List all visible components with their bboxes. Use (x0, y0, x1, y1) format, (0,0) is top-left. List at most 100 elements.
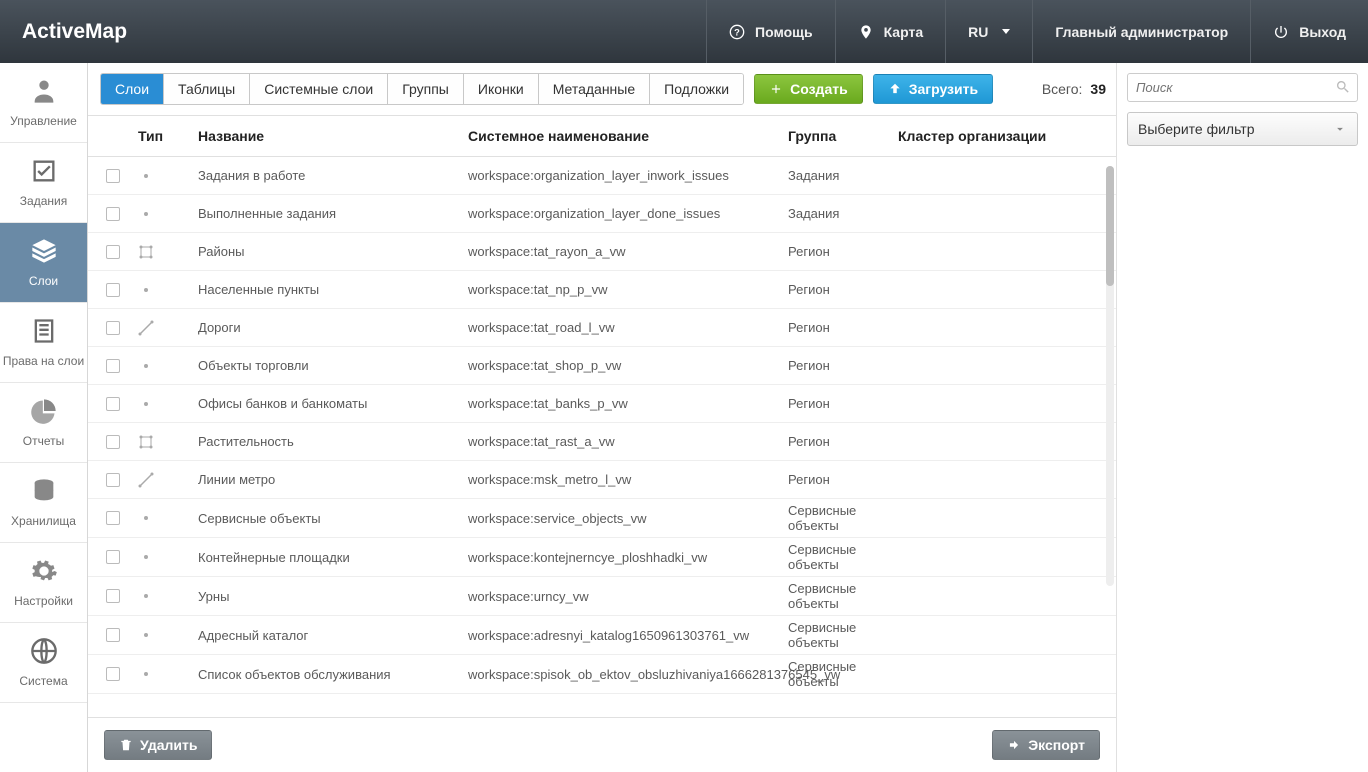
row-system: workspace:organization_layer_inwork_issu… (468, 168, 788, 183)
row-group: Регион (788, 244, 898, 259)
upload-button[interactable]: Загрузить (873, 74, 993, 104)
sidebar-item-layers[interactable]: Слои (0, 223, 87, 303)
sidebar-item-globe[interactable]: Система (0, 623, 87, 703)
row-checkbox[interactable] (106, 245, 120, 259)
table-row[interactable]: Адресный каталогworkspace:adresnyi_katal… (88, 616, 1116, 655)
row-checkbox[interactable] (106, 473, 120, 487)
search-icon[interactable] (1335, 79, 1351, 95)
tab-6[interactable]: Подложки (650, 74, 743, 104)
row-checkbox[interactable] (106, 667, 120, 681)
row-checkbox[interactable] (106, 550, 120, 564)
sidebar-item-gear[interactable]: Настройки (0, 543, 87, 623)
geom-type-icon (138, 588, 198, 604)
table-row[interactable]: Задания в работеworkspace:organization_l… (88, 157, 1116, 195)
geom-type-icon (138, 627, 198, 643)
map-link[interactable]: Карта (835, 0, 946, 63)
row-name: Адресный каталог (198, 628, 468, 643)
geom-type-icon (138, 434, 198, 450)
row-checkbox[interactable] (106, 628, 120, 642)
row-name: Дороги (198, 320, 468, 335)
sidebar-item-pie[interactable]: Отчеты (0, 383, 87, 463)
table-row[interactable]: Растительностьworkspace:tat_rast_a_vwРег… (88, 423, 1116, 461)
table-row[interactable]: Урныworkspace:urncy_vwСервисные объекты (88, 577, 1116, 616)
help-label: Помощь (755, 24, 813, 40)
tab-0[interactable]: Слои (101, 74, 164, 104)
table-row[interactable]: Линии метроworkspace:msk_metro_l_vwРегио… (88, 461, 1116, 499)
logout-label: Выход (1299, 24, 1346, 40)
geom-type-icon (138, 510, 198, 526)
logout-button[interactable]: Выход (1250, 0, 1368, 63)
svg-text:?: ? (734, 27, 740, 37)
tab-1[interactable]: Таблицы (164, 74, 250, 104)
search-input[interactable] (1127, 73, 1358, 102)
sidebar-item-check[interactable]: Задания (0, 143, 87, 223)
col-group[interactable]: Группа (788, 128, 898, 144)
row-group: Задания (788, 206, 898, 221)
sidebar-item-db[interactable]: Хранилища (0, 463, 87, 543)
table-row[interactable]: Сервисные объектыworkspace:service_objec… (88, 499, 1116, 538)
table-row[interactable]: Офисы банков и банкоматыworkspace:tat_ba… (88, 385, 1116, 423)
language-selector[interactable]: RU (945, 0, 1032, 63)
table-row[interactable]: Выполненные заданияworkspace:organizatio… (88, 195, 1116, 233)
row-group: Сервисные объекты (788, 620, 898, 650)
row-checkbox[interactable] (106, 511, 120, 525)
tab-3[interactable]: Группы (388, 74, 464, 104)
sidebar-item-user[interactable]: Управление (0, 63, 87, 143)
map-pin-icon (858, 24, 874, 40)
delete-button[interactable]: Удалить (104, 730, 212, 760)
layers-icon (30, 237, 58, 268)
row-name: Задания в работе (198, 168, 468, 183)
gear-icon (30, 557, 58, 588)
sidebar-item-doc[interactable]: Права на слои (0, 303, 87, 383)
row-name: Линии метро (198, 472, 468, 487)
row-checkbox[interactable] (106, 169, 120, 183)
total-value: 39 (1090, 81, 1106, 97)
row-checkbox[interactable] (106, 435, 120, 449)
export-button[interactable]: Экспорт (992, 730, 1100, 760)
table-row[interactable]: Районыworkspace:tat_rayon_a_vwРегион (88, 233, 1116, 271)
table-row[interactable]: Контейнерные площадкиworkspace:kontejner… (88, 538, 1116, 577)
row-name: Сервисные объекты (198, 511, 468, 526)
user-menu[interactable]: Главный администратор (1032, 0, 1250, 63)
col-cluster[interactable]: Кластер организации (898, 128, 1116, 144)
sidebar-item-label: Хранилища (11, 514, 76, 528)
filter-dropdown[interactable]: Выберите фильтр (1127, 112, 1358, 146)
row-system: workspace:tat_rayon_a_vw (468, 244, 788, 259)
table-row[interactable]: Дорогиworkspace:tat_road_l_vwРегион (88, 309, 1116, 347)
table-row[interactable]: Объекты торговлиworkspace:tat_shop_p_vwР… (88, 347, 1116, 385)
tab-2[interactable]: Системные слои (250, 74, 388, 104)
tab-4[interactable]: Иконки (464, 74, 539, 104)
tab-5[interactable]: Метаданные (539, 74, 650, 104)
row-checkbox[interactable] (106, 207, 120, 221)
row-checkbox[interactable] (106, 321, 120, 335)
row-name: Офисы банков и банкоматы (198, 396, 468, 411)
row-group: Регион (788, 472, 898, 487)
scrollbar-thumb[interactable] (1106, 166, 1114, 286)
table-row[interactable]: Список объектов обслуживанияworkspace:sp… (88, 655, 1116, 694)
row-group: Сервисные объекты (788, 581, 898, 611)
scrollbar[interactable] (1106, 166, 1114, 586)
geom-type-icon (138, 472, 198, 488)
row-checkbox[interactable] (106, 283, 120, 297)
row-checkbox[interactable] (106, 589, 120, 603)
sidebar-item-label: Права на слои (3, 354, 84, 368)
globe-icon (30, 637, 58, 668)
check-icon (30, 157, 58, 188)
row-checkbox[interactable] (106, 359, 120, 373)
chevron-down-icon (1333, 122, 1347, 136)
col-system[interactable]: Системное наименование (468, 128, 788, 144)
row-system: workspace:organization_layer_done_issues (468, 206, 788, 221)
geom-type-icon (138, 244, 198, 260)
help-link[interactable]: ? Помощь (706, 0, 835, 63)
row-checkbox[interactable] (106, 397, 120, 411)
col-type[interactable]: Тип (138, 128, 198, 144)
col-name[interactable]: Название (198, 128, 468, 144)
sidebar-item-label: Задания (20, 194, 67, 208)
row-group: Регион (788, 282, 898, 297)
table-row[interactable]: Населенные пунктыworkspace:tat_np_p_vwРе… (88, 271, 1116, 309)
geom-type-icon (138, 396, 198, 412)
geom-type-icon (138, 666, 198, 682)
sidebar-item-label: Слои (29, 274, 58, 288)
toolbar: СлоиТаблицыСистемные слоиГруппыИконкиМет… (88, 63, 1116, 116)
create-button[interactable]: Создать (754, 74, 863, 104)
